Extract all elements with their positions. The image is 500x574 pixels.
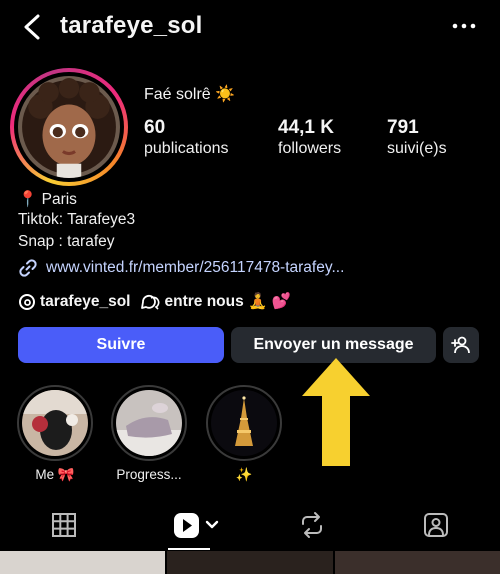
up-arrow-icon [302,358,370,466]
stat-posts-count[interactable]: 60 [144,117,165,139]
highlight-me[interactable]: Me 🎀 [17,385,93,483]
display-name: Faé solrê ☀️ [144,86,236,103]
threads-handle: tarafeye_sol [40,292,131,310]
profile-link-text[interactable]: www.vinted.fr/member/256117478-tarafey..… [46,259,344,277]
top-bar: tarafeye_sol [0,0,500,54]
bio-snap: Snap : tarafey [18,233,115,250]
stat-following-label[interactable]: suivi(e)s [387,140,447,158]
profile-username: tarafeye_sol [60,12,203,39]
stat-followers-label[interactable]: followers [278,140,341,158]
chat-bubble-icon [141,294,160,310]
broadcast-channel-chip[interactable]: entre nous 🧘 💕 [140,292,291,311]
story-ring[interactable] [10,68,128,186]
follow-button[interactable]: Suivre [18,327,224,363]
highlight-label: Progress... [116,467,182,482]
back-arrow-icon[interactable] [18,12,48,42]
avatar [18,76,120,178]
post-thumbnail[interactable] [0,551,166,574]
highlight-progress[interactable]: Progress... [111,385,187,482]
more-options-icon[interactable] [450,12,478,40]
highlight-sparkles[interactable]: ✨ [206,385,282,483]
reels-tab-icon[interactable] [172,510,222,540]
profile-chips: tarafeye_sol entre nous 🧘 💕 [18,292,291,311]
post-thumbnail[interactable] [334,551,500,574]
highlight-cover [211,390,277,456]
highlight-cover [22,390,88,456]
stat-followers-count[interactable]: 44,1 K [278,117,334,139]
suggested-users-button[interactable] [443,327,479,363]
highlight-cover [116,390,182,456]
post-grid-preview [0,551,500,574]
stat-posts-label[interactable]: publications [144,140,229,158]
add-person-icon [451,336,470,354]
highlight-label: ✨ [235,467,253,482]
stat-following-count[interactable]: 791 [387,117,419,139]
bio-tiktok: Tiktok: Tarafeye3 [18,211,136,228]
reposts-tab-icon[interactable] [297,510,327,540]
link-icon [19,259,37,277]
broadcast-channel-name: entre nous 🧘 💕 [164,293,291,310]
active-tab-indicator [168,548,210,550]
threads-icon [19,293,35,310]
grid-tab-icon[interactable] [49,510,79,540]
threads-chip[interactable]: tarafeye_sol [18,293,130,311]
profile-link[interactable]: www.vinted.fr/member/256117478-tarafey..… [18,258,344,278]
bio-location: 📍 Paris [18,191,77,208]
tagged-tab-icon[interactable] [421,510,451,540]
highlight-label: Me 🎀 [35,467,75,482]
content-tabs [0,502,500,550]
post-thumbnail[interactable] [167,551,333,574]
